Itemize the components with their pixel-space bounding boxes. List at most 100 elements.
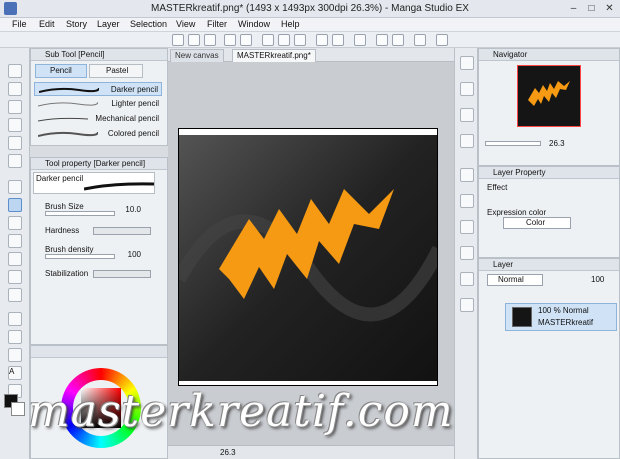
tool-palette: A (0, 48, 30, 459)
selection-icon[interactable] (316, 34, 328, 46)
auto-select-tool-icon[interactable] (8, 154, 22, 168)
fill-icon[interactable] (294, 34, 306, 46)
navigator-preview[interactable] (517, 65, 581, 127)
preset-preview[interactable]: Darker pencil (33, 172, 155, 194)
density-label: Brush density (45, 245, 94, 254)
open-icon[interactable] (188, 34, 200, 46)
blend-mode-dropdown[interactable]: Normal (487, 274, 543, 286)
sub-tool-item-darker[interactable]: Darker pencil (34, 82, 162, 96)
item-bank-icon[interactable] (460, 246, 474, 260)
eyedropper-tool-icon[interactable] (8, 180, 22, 194)
tab-pastel[interactable]: Pastel (89, 64, 143, 78)
eraser-tool-icon[interactable] (8, 234, 22, 248)
marquee-tool-icon[interactable] (8, 136, 22, 150)
navigator-zoom[interactable]: 26.3 (549, 139, 565, 148)
text-tool-icon[interactable]: A (8, 366, 22, 380)
document-canvas[interactable] (178, 128, 438, 386)
pencil-tool-icon[interactable] (8, 198, 22, 212)
animation-icon[interactable] (460, 220, 474, 234)
menu-story[interactable]: Story (66, 19, 87, 29)
sub-tool-item-colored[interactable]: Colored pencil (34, 127, 162, 141)
quick-access-icon[interactable] (460, 168, 474, 182)
ruler-icon[interactable] (354, 34, 366, 46)
decoration-tool-icon[interactable] (8, 252, 22, 266)
gradient-tool-icon[interactable] (8, 312, 22, 326)
fill-tool-icon[interactable] (8, 288, 22, 302)
tab-new-canvas[interactable]: New canvas (170, 49, 224, 62)
menu-view[interactable]: View (176, 19, 195, 29)
menu-bar: File Edit Story Layer Selection View Fil… (0, 18, 620, 32)
layer-row[interactable]: 100 % Normal MASTERkreatif (505, 303, 617, 331)
layer-property-panel: Layer Property Effect Expression color C… (478, 166, 620, 258)
undo-icon[interactable] (224, 34, 236, 46)
menu-filter[interactable]: Filter (207, 19, 227, 29)
snap-icon[interactable] (332, 34, 344, 46)
color-panel-tabs (31, 346, 167, 358)
app-icon (4, 2, 17, 15)
brush-size-label: Brush Size (45, 202, 84, 211)
redo-icon[interactable] (240, 34, 252, 46)
stroke-preview-icon (38, 117, 88, 122)
layer-search-icon[interactable] (460, 134, 474, 148)
menu-layer[interactable]: Layer (97, 19, 120, 29)
zoom-tool-icon[interactable] (8, 64, 22, 78)
brush-tool-icon[interactable] (8, 216, 22, 230)
brush-stroke-preview (84, 182, 154, 191)
transform-icon[interactable] (262, 34, 274, 46)
maximize-button[interactable]: □ (584, 2, 599, 15)
expression-color-label: Expression color (487, 208, 547, 217)
sub-tool-item-lighter[interactable]: Lighter pencil (34, 97, 162, 111)
snap-grid-icon[interactable] (414, 34, 426, 46)
minimize-button[interactable]: – (566, 2, 581, 15)
tool-settings-icon[interactable] (460, 272, 474, 286)
density-value[interactable]: 100 (123, 250, 141, 259)
layer-thumbnail (512, 307, 532, 327)
sub-view-icon[interactable] (460, 82, 474, 96)
layer-name[interactable]: MASTERkreatif (538, 318, 593, 327)
layer-property-header: Layer Property (479, 167, 619, 179)
stroke-preview-icon (38, 101, 98, 107)
artwork (179, 129, 437, 385)
frame-tool-icon[interactable] (8, 348, 22, 362)
sub-tool-item-mechanical[interactable]: Mechanical pencil (34, 112, 162, 126)
layer-opacity[interactable]: 100 (591, 275, 604, 284)
density-slider[interactable] (45, 254, 115, 259)
tab-masterkreatif[interactable]: MASTERkreatif.png* (232, 49, 316, 62)
grid-icon[interactable] (376, 34, 388, 46)
object-tool-icon[interactable] (8, 100, 22, 114)
hardness-slider[interactable] (93, 227, 151, 235)
story-icon[interactable] (460, 194, 474, 208)
new-icon[interactable] (172, 34, 184, 46)
layer-row-opacity: 100 % Normal (538, 306, 589, 315)
menu-edit[interactable]: Edit (39, 19, 55, 29)
pose-icon[interactable] (460, 298, 474, 312)
menu-file[interactable]: File (12, 19, 27, 29)
navigator-zoom-slider[interactable] (485, 141, 541, 146)
material-icon[interactable] (460, 56, 474, 70)
menu-help[interactable]: Help (281, 19, 300, 29)
expression-color-dropdown[interactable]: Color (503, 217, 571, 229)
tool-property-panel: Tool property [Darker pencil] Darker pen… (30, 157, 168, 345)
status-bar: 26.3 (168, 445, 454, 459)
lasso-tool-icon[interactable] (8, 118, 22, 132)
brush-size-value[interactable]: 10.0 (123, 205, 141, 214)
blend-tool-icon[interactable] (8, 270, 22, 284)
menu-selection[interactable]: Selection (130, 19, 167, 29)
hand-tool-icon[interactable] (8, 82, 22, 96)
close-button[interactable]: ✕ (602, 2, 617, 15)
save-icon[interactable] (204, 34, 216, 46)
command-bar (0, 32, 620, 48)
status-zoom[interactable]: 26.3 (220, 448, 236, 457)
guide-icon[interactable] (392, 34, 404, 46)
window-title: MASTERkreatif.png* (1493 x 1493px 300dpi… (151, 3, 469, 14)
history-icon[interactable] (460, 108, 474, 122)
brush-size-slider[interactable] (45, 211, 115, 216)
figure-tool-icon[interactable] (8, 330, 22, 344)
title-bar: MASTERkreatif.png* (1493 x 1493px 300dpi… (0, 0, 620, 18)
sub-color-swatch[interactable] (11, 402, 25, 416)
pin-icon[interactable] (436, 34, 448, 46)
stabilization-slider[interactable] (93, 270, 151, 278)
menu-window[interactable]: Window (238, 19, 270, 29)
tab-pencil[interactable]: Pencil (35, 64, 87, 78)
clear-icon[interactable] (278, 34, 290, 46)
